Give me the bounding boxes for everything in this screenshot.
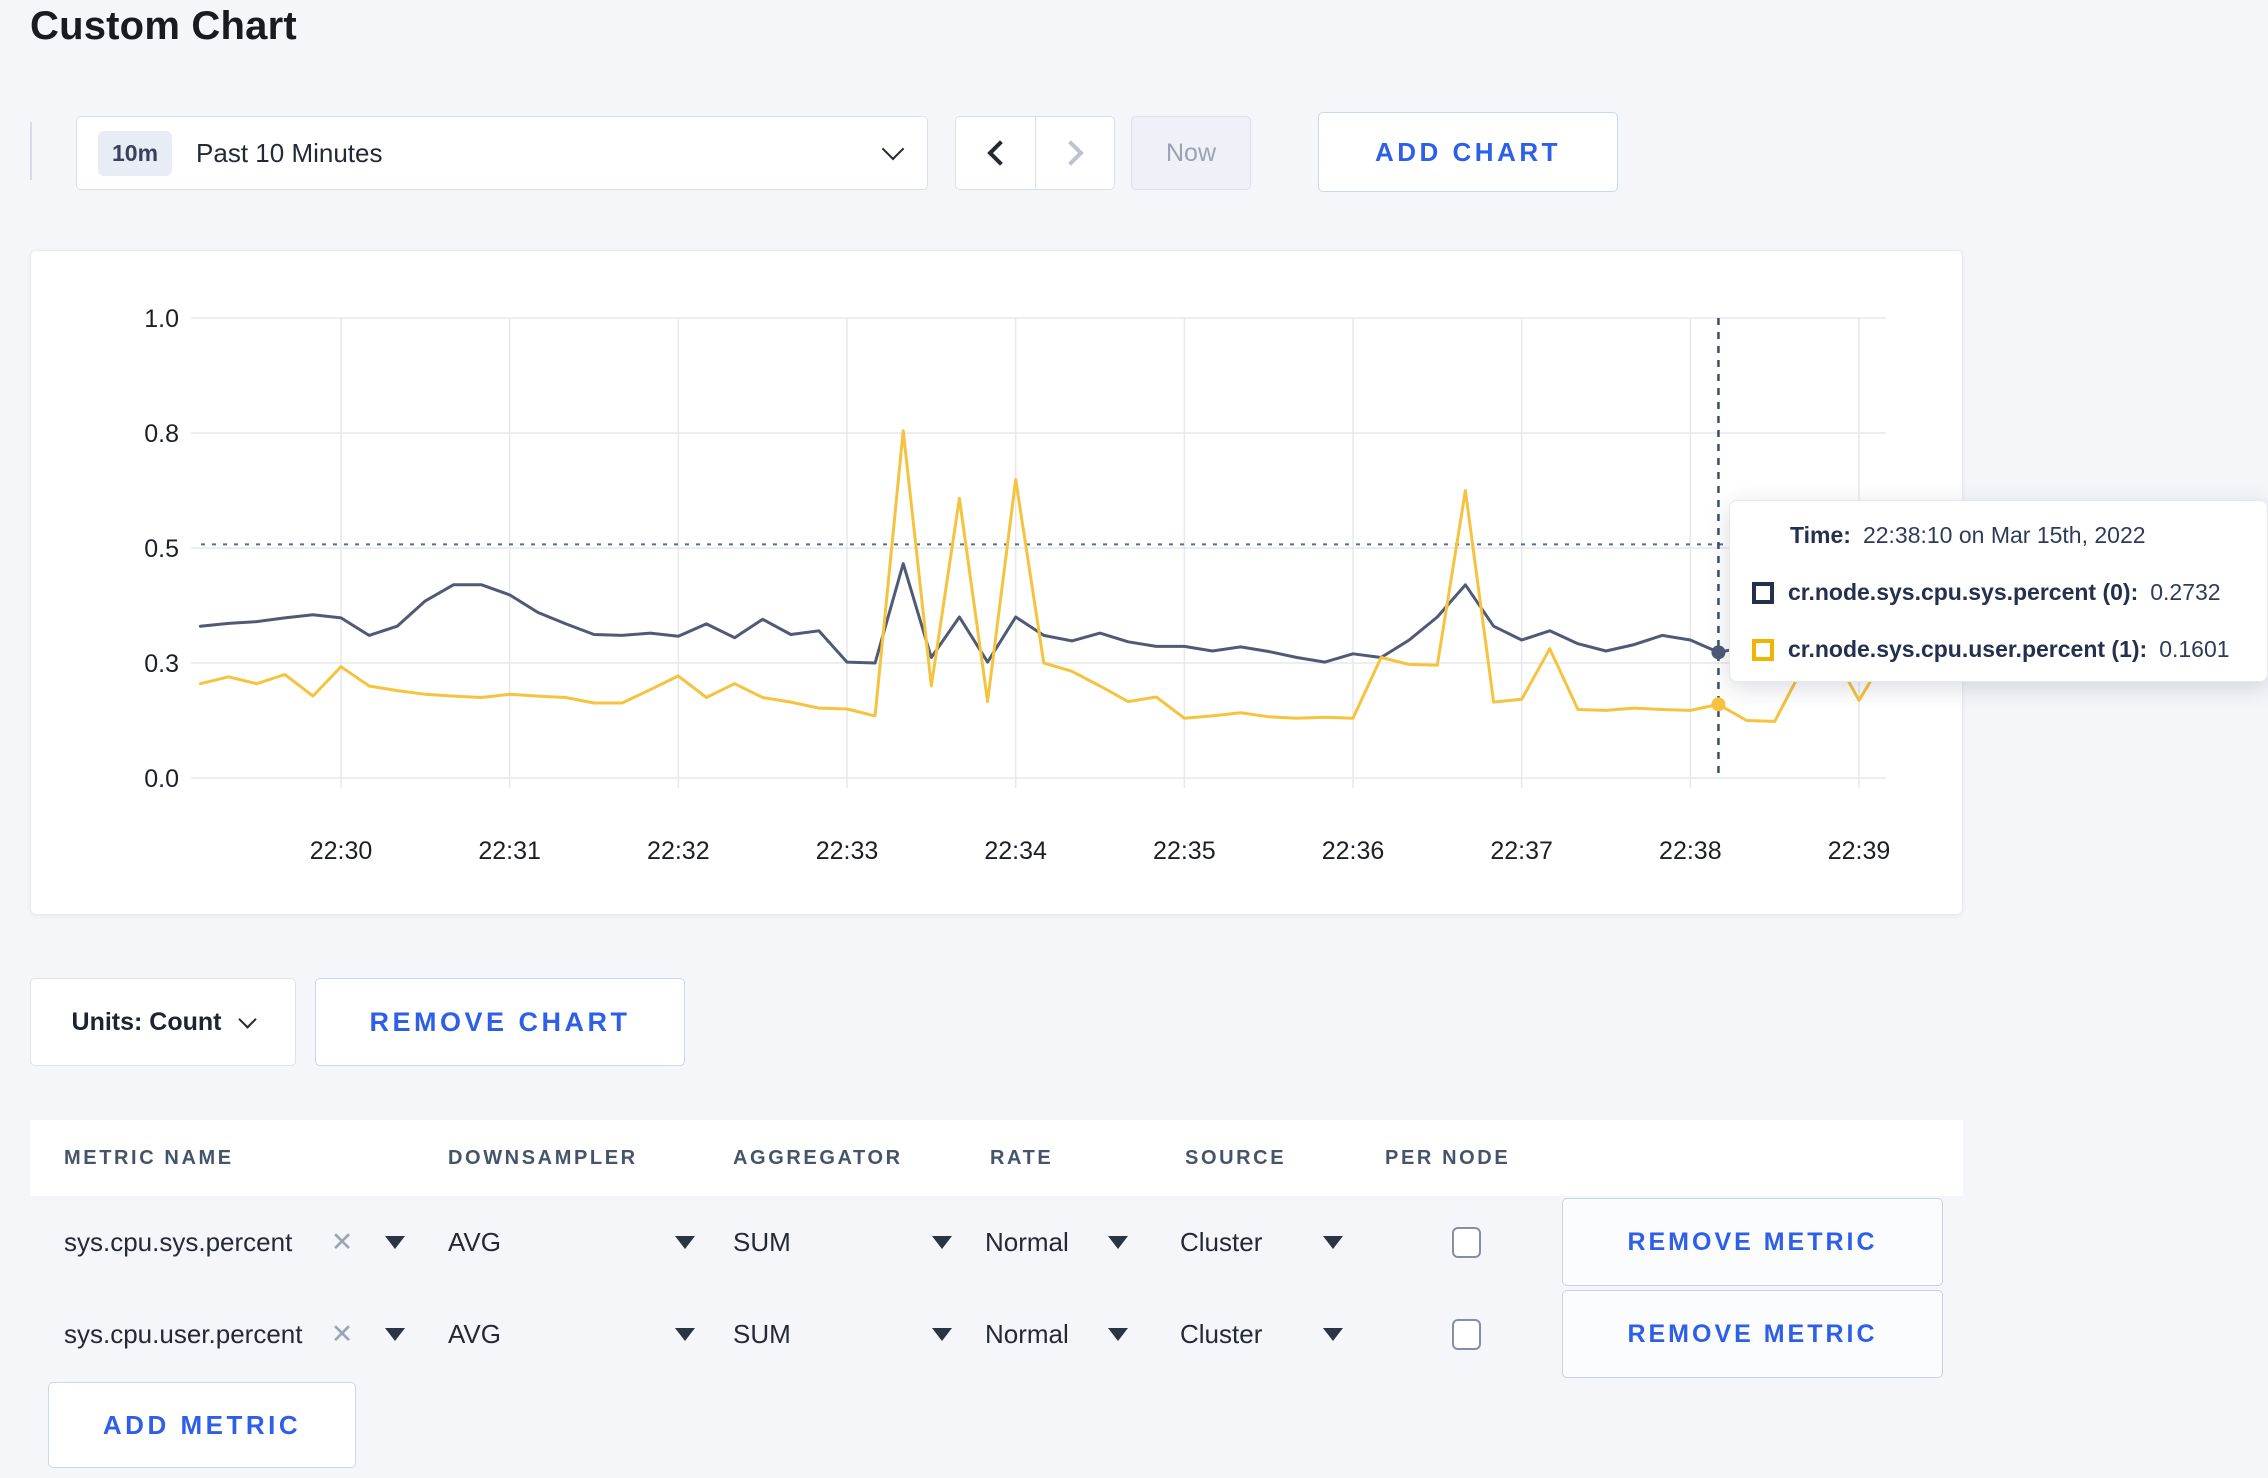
metric-row: sys.cpu.sys.percent ✕ AVG SUM Normal Clu…: [30, 1196, 1963, 1288]
svg-text:22:30: 22:30: [310, 837, 373, 865]
svg-text:1.0: 1.0: [144, 305, 179, 333]
svg-text:22:33: 22:33: [816, 837, 879, 865]
svg-text:22:36: 22:36: [1322, 837, 1385, 865]
remove-metric-button[interactable]: REMOVE METRIC: [1562, 1290, 1943, 1378]
tooltip-series-label: cr.node.sys.cpu.sys.percent (0):: [1788, 579, 2139, 605]
downsampler-caret-icon[interactable]: [675, 1196, 695, 1288]
tooltip-time-row: Time: 22:38:10 on Mar 15th, 2022: [1790, 522, 2249, 549]
add-metric-button[interactable]: ADD METRIC: [48, 1382, 356, 1468]
per-node-cell: [1452, 1288, 1481, 1380]
time-range-select[interactable]: 10m Past 10 Minutes: [76, 116, 928, 190]
col-header-aggregator: AGGREGATOR: [733, 1147, 903, 1169]
svg-text:22:32: 22:32: [647, 837, 710, 865]
metric-row: sys.cpu.user.percent ✕ AVG SUM Normal Cl…: [30, 1288, 1963, 1380]
chart-plot[interactable]: 0.0 0.3 0.5 0.8 1.0 22:30 22:31 22:32 22:33 22:34…: [31, 251, 1964, 916]
chart-card: 0.0 0.3 0.5 0.8 1.0 22:30 22:31 22:32 22:33 22:34…: [30, 250, 1963, 915]
col-header-metric-name: METRIC NAME: [64, 1147, 234, 1169]
units-label: Units: Count: [71, 1007, 222, 1036]
source-select[interactable]: Cluster: [1180, 1288, 1262, 1380]
metric-name-select[interactable]: sys.cpu.user.percent: [64, 1288, 302, 1380]
source-caret-icon[interactable]: [1323, 1288, 1343, 1380]
per-node-cell: [1452, 1196, 1481, 1288]
time-range-label: Past 10 Minutes: [196, 137, 383, 168]
page-title: Custom Chart: [30, 4, 297, 48]
units-select[interactable]: Units: Count: [30, 978, 296, 1066]
tooltip-series-row: cr.node.sys.cpu.user.percent (1): 0.1601: [1752, 636, 2249, 663]
clear-metric-icon[interactable]: ✕: [320, 1196, 364, 1288]
metric-name-caret-icon[interactable]: [385, 1196, 405, 1288]
col-header-rate: RATE: [990, 1147, 1054, 1169]
time-next-button[interactable]: [1035, 117, 1114, 189]
tooltip-series-row: cr.node.sys.cpu.sys.percent (0): 0.2732: [1752, 579, 2249, 606]
tooltip-time-label: Time:: [1790, 522, 1851, 548]
chevron-down-icon: [881, 137, 905, 161]
add-chart-button[interactable]: ADD CHART: [1318, 112, 1618, 192]
metric-name-select[interactable]: sys.cpu.sys.percent: [64, 1196, 292, 1288]
svg-text:22:39: 22:39: [1828, 837, 1891, 865]
aggregator-select[interactable]: SUM: [733, 1288, 791, 1380]
time-prev-button[interactable]: [956, 117, 1035, 189]
svg-text:0.3: 0.3: [144, 650, 179, 678]
col-header-downsampler: DOWNSAMPLER: [448, 1147, 638, 1169]
downsampler-caret-icon[interactable]: [675, 1288, 695, 1380]
aggregator-select[interactable]: SUM: [733, 1196, 791, 1288]
chevron-left-icon: [986, 140, 1013, 166]
chart-tooltip: Time: 22:38:10 on Mar 15th, 2022 cr.node…: [1729, 500, 2268, 682]
per-node-checkbox[interactable]: [1452, 1318, 1481, 1350]
now-button[interactable]: Now: [1131, 116, 1251, 190]
time-nav-group: [955, 116, 1115, 190]
chevron-right-icon: [1058, 140, 1084, 166]
series-user-swatch-icon: [1752, 638, 1774, 661]
rate-select[interactable]: Normal: [985, 1288, 1069, 1380]
remove-metric-button[interactable]: REMOVE METRIC: [1562, 1198, 1943, 1286]
rate-select[interactable]: Normal: [985, 1196, 1069, 1288]
svg-text:22:34: 22:34: [984, 837, 1047, 865]
svg-text:22:35: 22:35: [1153, 837, 1216, 865]
svg-text:22:37: 22:37: [1490, 837, 1553, 865]
svg-text:22:31: 22:31: [478, 837, 541, 865]
metric-name-caret-icon[interactable]: [385, 1288, 405, 1380]
rate-caret-icon[interactable]: [1108, 1196, 1128, 1288]
svg-text:0.0: 0.0: [144, 765, 179, 793]
tooltip-time-value: 22:38:10 on Mar 15th, 2022: [1862, 522, 2146, 548]
tooltip-series-label: cr.node.sys.cpu.user.percent (1):: [1788, 636, 2148, 662]
source-caret-icon[interactable]: [1323, 1196, 1343, 1288]
aggregator-caret-icon[interactable]: [932, 1196, 952, 1288]
downsampler-select[interactable]: AVG: [448, 1196, 501, 1288]
aggregator-caret-icon[interactable]: [932, 1288, 952, 1380]
svg-text:0.5: 0.5: [144, 535, 179, 563]
tooltip-series-value: 0.2732: [2150, 579, 2221, 605]
col-header-source: SOURCE: [1185, 1147, 1287, 1169]
clear-metric-icon[interactable]: ✕: [320, 1288, 364, 1380]
rate-caret-icon[interactable]: [1108, 1288, 1128, 1380]
remove-chart-button[interactable]: REMOVE CHART: [315, 978, 685, 1066]
time-range-badge: 10m: [98, 130, 173, 176]
per-node-checkbox[interactable]: [1452, 1226, 1481, 1258]
svg-text:0.8: 0.8: [144, 420, 179, 448]
svg-text:22:38: 22:38: [1659, 837, 1722, 865]
col-header-per-node: PER NODE: [1385, 1147, 1511, 1169]
downsampler-select[interactable]: AVG: [448, 1288, 501, 1380]
toolbar-divider: [30, 122, 32, 180]
tooltip-series-value: 0.1601: [2159, 636, 2230, 662]
chevron-down-icon: [238, 1009, 258, 1029]
source-select[interactable]: Cluster: [1180, 1196, 1262, 1288]
series-sys-swatch-icon: [1752, 581, 1774, 604]
